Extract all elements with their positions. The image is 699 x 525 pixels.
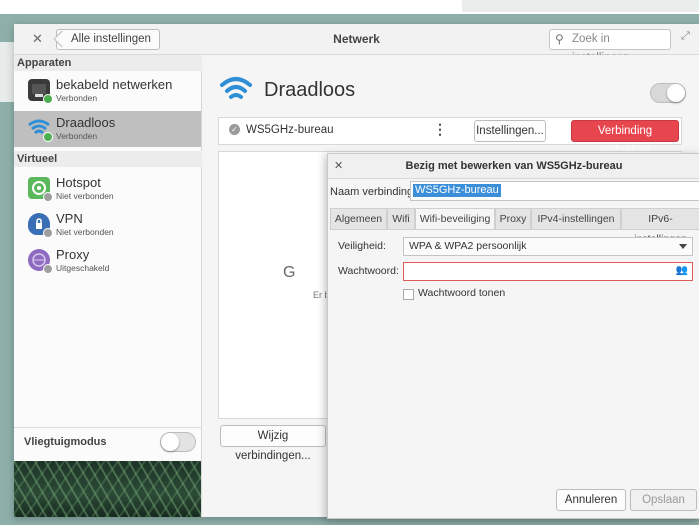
status-dot [43,228,53,238]
dialog-footer: Annuleren Opslaan [328,479,699,518]
sidebar-item-label: Proxy [56,247,90,262]
page-title: Draadloos [264,79,356,101]
sidebar-item-label: bekabeld netwerken [56,77,173,92]
dialog-tabs: Algemeen Wifi Wifi-beveiliging Proxy IPv… [330,208,699,245]
sidebar-category-devices: Apparaten [14,55,204,71]
dialog-titlebar: ✕ Bezig met bewerken van WS5GHz-bureau [328,154,699,179]
status-dot [43,94,53,104]
password-label: Wachtwoord: [338,265,399,277]
connection-name-label: Naam verbinding: [330,186,417,198]
sidebar: Apparaten bekabeld netwerken Verbonden D… [14,55,204,517]
security-select[interactable]: WPA & WPA2 persoonlijk [403,237,693,256]
toggle-knob [667,84,685,102]
save-button[interactable]: Opslaan [630,489,697,511]
titlebar: ✕ Alle instellingen Netwerk ⚲ Zoek in in… [14,24,699,64]
security-value: WPA & WPA2 persoonlijk [409,240,527,252]
dialog-title: Bezig met bewerken van WS5GHz-bureau [405,160,623,172]
search-icon: ⚲ [555,32,564,46]
sidebar-item-status: Uitgeschakeld [56,263,110,273]
sidebar-item-proxy[interactable]: Proxy Uitgeschakeld [14,243,201,279]
status-dot [43,192,53,202]
wifi-security-tab-content: Veiligheid: WPA & WPA2 persoonlijk Wacht… [330,229,698,480]
tab-general[interactable]: Algemeen [330,208,387,230]
airplane-mode-toggle[interactable] [160,432,196,452]
sidebar-item-hotspot[interactable]: Hotspot Niet verbonden [14,171,201,207]
sidebar-item-status: Niet verbonden [56,227,114,237]
wallpaper-fern-image [14,461,201,517]
airplane-mode-label: Vliegtuigmodus [24,436,107,448]
wifi-icon [220,73,252,105]
show-password-label: Wachtwoord tonen [418,287,506,299]
password-input[interactable]: 👥 [403,262,693,281]
show-password-checkbox[interactable] [403,289,414,300]
security-label: Veiligheid: [338,240,386,252]
sidebar-item-status: Verbonden [56,131,98,141]
tab-wifi-security[interactable]: Wifi-beveiliging [415,208,495,230]
sidebar-item-label: VPN [56,211,83,226]
search-input[interactable]: ⚲ Zoek in instellingen [549,29,671,64]
sidebar-item-wireless[interactable]: Draadloos Verbonden [14,111,201,147]
airplane-mode-row: Vliegtuigmodus [14,427,201,456]
status-dot [43,264,53,274]
sidebar-item-vpn[interactable]: VPN Niet verbonden [14,207,201,243]
background-decoration [0,42,14,102]
connection-name-input[interactable]: WS5GHz-bureau [410,181,699,201]
connected-check-icon: ✓ [229,124,240,135]
wireless-toggle[interactable] [650,83,686,103]
network-settings-button[interactable]: Instellingen... [474,120,546,142]
sidebar-item-status: Niet verbonden [56,191,114,201]
maximize-icon[interactable]: ⤢ [681,30,690,43]
user-keyring-icon[interactable]: 👥 [676,265,688,276]
network-row[interactable]: ✓ WS5GHz-bureau ⋮ Instellingen... Verbin… [218,117,682,157]
connection-name-value: WS5GHz-bureau [413,184,501,197]
sidebar-category-virtual: Virtueel [14,151,204,167]
panel-heading: G [283,264,296,281]
network-ssid: WS5GHz-bureau [246,124,334,136]
tab-ipv4[interactable]: IPv4-instellingen [531,208,621,230]
edit-connection-dialog: ✕ Bezig met bewerken van WS5GHz-bureau N… [327,153,699,519]
sidebar-item-wired[interactable]: bekabeld netwerken Verbonden [14,73,201,109]
tab-ipv6[interactable]: IPv6-instellingen [621,208,699,245]
tab-proxy[interactable]: Proxy [495,208,531,230]
chevron-down-icon [679,244,687,249]
more-options-icon[interactable]: ⋮ [433,121,447,138]
cancel-button[interactable]: Annuleren [556,489,626,511]
sidebar-item-label: Draadloos [56,115,116,130]
status-dot [43,132,53,142]
sidebar-item-status: Verbonden [56,93,98,103]
sidebar-item-label: Hotspot [56,175,101,190]
toggle-knob [161,433,179,451]
edit-connections-button[interactable]: Wijzig verbindingen... [220,425,326,462]
tab-wifi[interactable]: Wifi [387,208,415,230]
disconnect-button[interactable]: Verbinding verbreken [571,120,679,157]
background-decoration [462,0,699,12]
